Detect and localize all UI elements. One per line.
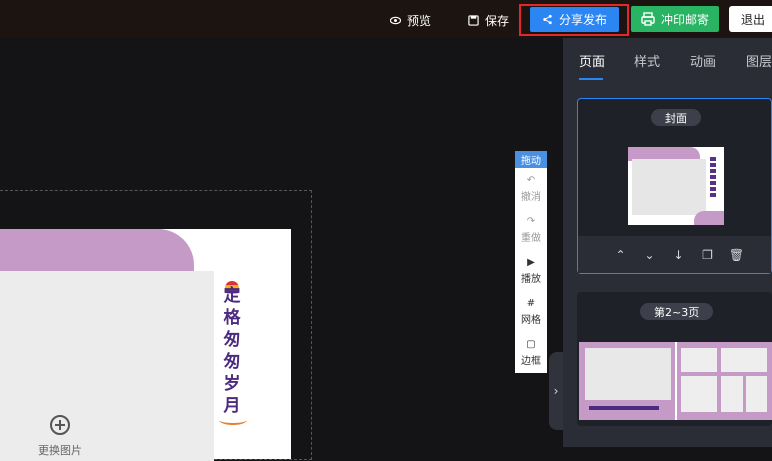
page-actions: ⌃ ⌄ ↓ ❐ 🗑	[578, 236, 771, 273]
move-down-icon[interactable]: ⌄	[635, 248, 664, 262]
tab-styles[interactable]: 样式	[634, 51, 660, 70]
top-toolbar: 预览 保存 分享发布 冲印邮寄 退出	[0, 0, 772, 38]
save-button[interactable]: 保存	[468, 8, 509, 32]
page-card-label: 第2~3页	[640, 303, 714, 320]
print-label: 冲印邮寄	[660, 12, 709, 27]
share-icon	[543, 14, 552, 25]
thumb-grid-cell	[681, 376, 717, 412]
undo-button[interactable]: ↶ 撤消	[515, 168, 547, 209]
chevron-right-icon: ›	[553, 384, 559, 398]
grid-label: 网格	[521, 314, 541, 326]
replace-image-label[interactable]: 更换图片	[38, 442, 82, 458]
tab-pages[interactable]: 页面	[579, 51, 605, 70]
thumb-purple-bottom	[694, 211, 724, 225]
grid-icon: #	[526, 297, 536, 309]
drag-handle[interactable]: 拖动	[515, 151, 547, 168]
exit-button[interactable]: 退出	[729, 6, 772, 32]
border-label: 边框	[521, 355, 541, 367]
border-button[interactable]: ▢ 边框	[515, 332, 547, 373]
play-button[interactable]: ▶ 播放	[515, 250, 547, 291]
undo-icon: ↶	[526, 174, 536, 186]
move-up-icon[interactable]: ⌃	[606, 248, 635, 262]
active-tab-indicator	[579, 78, 603, 80]
spread-thumbnail[interactable]	[579, 342, 772, 420]
thumb-image-area	[632, 159, 706, 215]
title-flourish-icon	[219, 415, 247, 425]
thumb-grid-cell	[681, 348, 717, 372]
sidebar-tabs: 页面 样式 动画 图层	[563, 38, 772, 80]
copy-icon[interactable]: ❐	[693, 248, 722, 262]
floating-toolbox: 拖动 ↶ 撤消 ↷ 重做 ▶ 播放 # 网格 ▢ 边框	[515, 151, 547, 373]
exit-label: 退出	[741, 12, 766, 27]
move-to-bottom-icon[interactable]: ↓	[664, 248, 693, 262]
preview-label: 预览	[407, 13, 432, 28]
share-label: 分享发布	[558, 13, 607, 27]
page-card-spread[interactable]: 第2~3页	[577, 292, 772, 426]
tab-animation[interactable]: 动画	[690, 51, 716, 70]
redo-button[interactable]: ↷ 重做	[515, 209, 547, 250]
trash-icon[interactable]: 🗑	[722, 248, 751, 262]
add-image-icon[interactable]	[50, 415, 70, 435]
page-card-cover[interactable]: 封面 ⌃ ⌄ ↓ ❐ 🗑	[577, 98, 772, 274]
share-publish-button[interactable]: 分享发布	[530, 7, 619, 32]
page-card-label: 封面	[651, 109, 701, 126]
preview-button[interactable]: 预览	[390, 8, 431, 32]
thumb-grid-cell	[746, 376, 767, 412]
border-icon: ▢	[526, 338, 536, 350]
cover-title[interactable]: 定格匆匆岁月	[222, 285, 242, 417]
redo-label: 重做	[521, 232, 541, 244]
thumb-vertical-title	[710, 157, 716, 199]
thumb-left-image	[585, 348, 671, 400]
print-mail-button[interactable]: 冲印邮寄	[631, 6, 719, 32]
eye-icon	[390, 16, 401, 24]
grid-button[interactable]: # 网格	[515, 291, 547, 332]
save-icon	[468, 14, 479, 26]
tab-layers[interactable]: 图层	[746, 51, 772, 70]
cover-thumbnail[interactable]	[628, 147, 724, 225]
sidebar-collapse-button[interactable]: ›	[549, 352, 563, 430]
thumb-grid-cell	[721, 376, 743, 412]
right-sidebar: 页面 样式 动画 图层 封面 ⌃ ⌄ ↓ ❐ 🗑 第2~3页	[563, 38, 772, 447]
play-label: 播放	[521, 273, 541, 285]
save-label: 保存	[485, 13, 510, 28]
thumb-caption	[589, 406, 659, 410]
printer-icon	[641, 12, 655, 26]
thumb-grid-cell	[721, 348, 767, 372]
play-icon: ▶	[527, 256, 535, 268]
cover-page[interactable]: 更换图片 定格匆匆岁月	[0, 229, 291, 461]
undo-label: 撤消	[521, 191, 541, 203]
image-placeholder[interactable]: 更换图片	[0, 271, 214, 461]
redo-icon: ↷	[526, 215, 536, 227]
